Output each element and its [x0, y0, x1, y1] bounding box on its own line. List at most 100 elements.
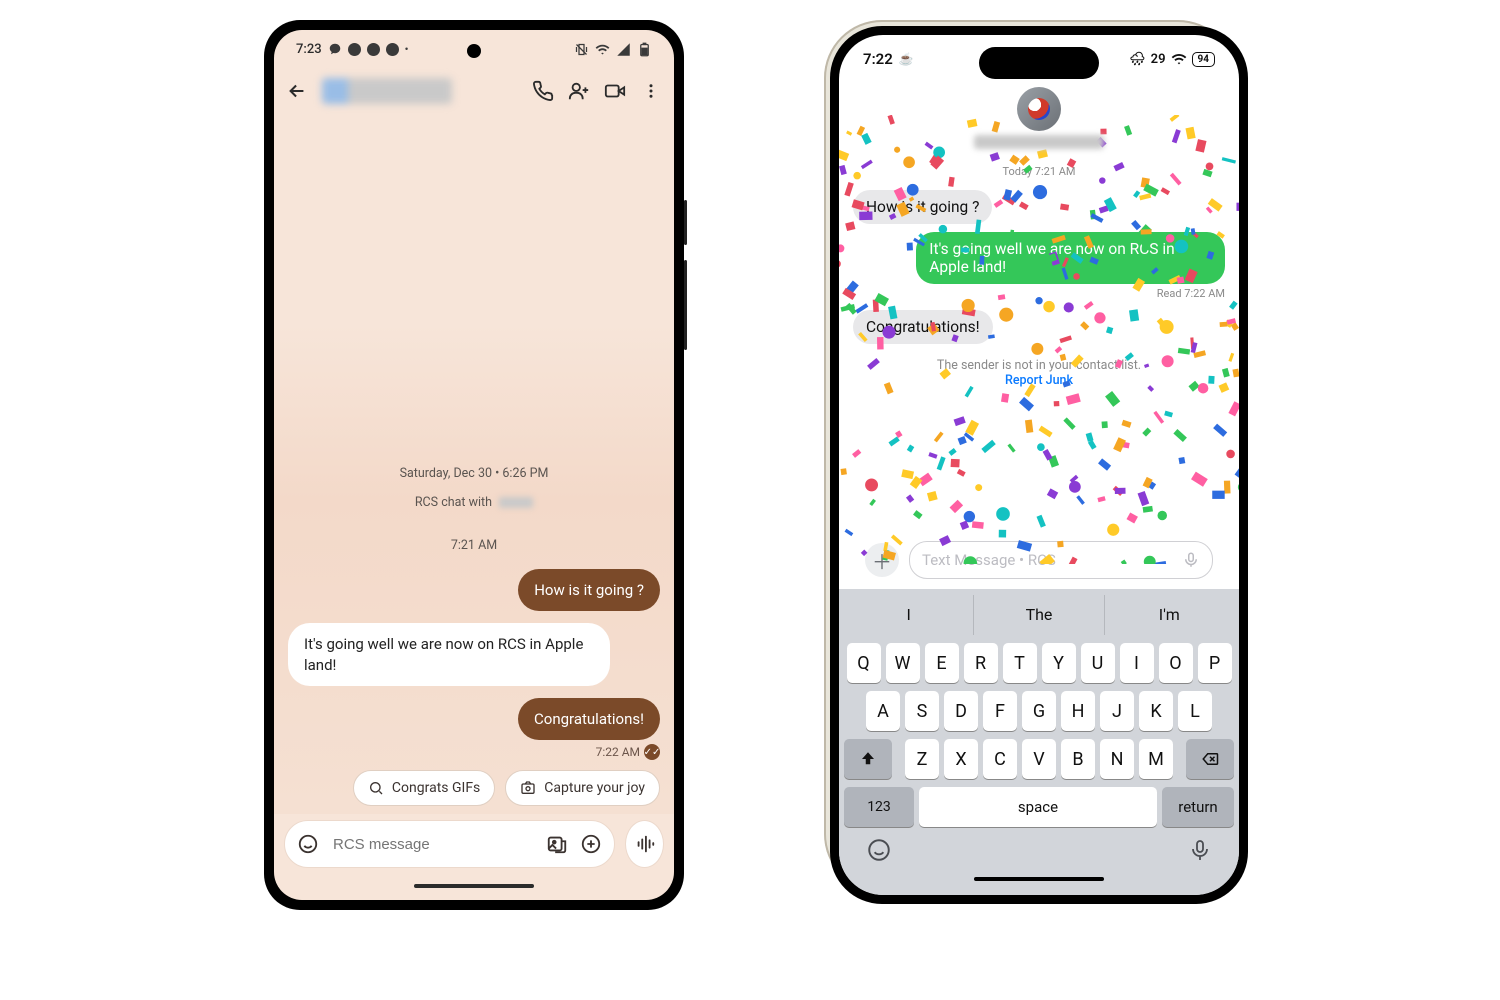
key-i[interactable]: I	[1120, 643, 1154, 683]
key-t[interactable]: T	[1003, 643, 1037, 683]
suggestion-chip-gifs[interactable]: Congrats GIFs	[353, 770, 495, 806]
more-menu-button[interactable]	[640, 80, 662, 102]
key-c[interactable]: C	[983, 739, 1017, 779]
signal-icon	[616, 42, 631, 57]
unknown-sender-notice: The sender is not in your contact list. …	[853, 358, 1225, 388]
chat-scroll-area[interactable]: Saturday, Dec 30 • 6:26 PM RCS chat with…	[274, 116, 674, 814]
emoji-button[interactable]	[297, 833, 319, 855]
wifi-icon	[595, 42, 610, 57]
video-call-button[interactable]	[604, 80, 626, 102]
battery-icon	[637, 42, 652, 57]
android-screen: 7:23 •	[274, 30, 674, 900]
rcs-info-line: RCS chat with	[288, 495, 660, 510]
conversation-header	[274, 66, 674, 116]
contact-phone-redacted	[974, 135, 1104, 149]
voice-message-button[interactable]	[625, 820, 664, 868]
key-o[interactable]: O	[1159, 643, 1193, 683]
suggestion-3[interactable]: I'm	[1105, 595, 1234, 635]
contact-avatar[interactable]	[1017, 87, 1061, 131]
status-app-icon: ☕	[899, 52, 914, 66]
ios-chat-area[interactable]: Today 7:21 AM How is it going ? It's goi…	[839, 155, 1239, 589]
key-d[interactable]: D	[944, 691, 978, 731]
dynamic-island	[979, 47, 1099, 79]
backspace-key[interactable]	[1186, 739, 1234, 779]
key-l[interactable]: L	[1178, 691, 1212, 731]
key-a[interactable]: A	[866, 691, 900, 731]
message-input[interactable]: Text Message • RCS	[909, 541, 1213, 579]
key-k[interactable]: K	[1139, 691, 1173, 731]
battery-indicator: 94	[1192, 52, 1215, 67]
add-person-button[interactable]	[568, 80, 590, 102]
iphone-frame: 7:22 ☕ 🌧 29 94 Today 7:21 AM How is it g…	[824, 20, 1236, 892]
message-received[interactable]: It's going well we are now on RCS in App…	[288, 623, 610, 686]
contact-name-redacted	[322, 78, 452, 104]
facebook-notif-icon	[386, 43, 399, 56]
dictate-icon[interactable]	[1182, 551, 1200, 569]
message-sent[interactable]: It's going well we are now on RCS in App…	[916, 232, 1225, 284]
key-row-3: ZXCVBNM	[844, 739, 1234, 779]
back-button[interactable]	[286, 80, 308, 102]
android-phone-frame: 7:23 •	[264, 20, 684, 910]
compose-bar	[274, 814, 674, 878]
facebook-notif-icon	[348, 43, 361, 56]
key-p[interactable]: P	[1198, 643, 1232, 683]
facebook-notif-icon	[367, 43, 380, 56]
key-w[interactable]: W	[886, 643, 920, 683]
key-q[interactable]: Q	[847, 643, 881, 683]
gallery-button[interactable]	[546, 833, 568, 855]
vibrate-icon	[574, 42, 589, 57]
key-y[interactable]: Y	[1042, 643, 1076, 683]
android-camera-notch	[467, 44, 481, 58]
more-notif-icon: •	[405, 43, 409, 56]
key-v[interactable]: V	[1022, 739, 1056, 779]
android-power-button	[684, 200, 687, 245]
message-input[interactable]	[331, 835, 534, 854]
status-time: 7:22	[863, 50, 893, 68]
suggestion-1[interactable]: I	[844, 595, 974, 635]
android-volume-button	[684, 260, 687, 350]
call-button[interactable]	[532, 80, 554, 102]
shift-key[interactable]	[844, 739, 892, 779]
suggestion-chips-row: Congrats GIFs Capture your joy	[288, 760, 660, 814]
message-sent[interactable]: Congratulations!	[518, 698, 660, 740]
report-junk-link[interactable]: Report Junk	[1005, 373, 1073, 388]
keyboard-suggestions: I The I'm	[844, 595, 1234, 635]
chat-notif-icon	[328, 42, 342, 56]
plus-button[interactable]	[580, 833, 602, 855]
status-time: 7:23	[296, 42, 322, 57]
key-b[interactable]: B	[1061, 739, 1095, 779]
key-f[interactable]: F	[983, 691, 1017, 731]
read-receipt: 7:22 AM ✓✓	[596, 744, 660, 760]
return-key[interactable]: return	[1162, 787, 1234, 827]
weather-icon: 🌧	[1129, 52, 1146, 67]
key-j[interactable]: J	[1100, 691, 1134, 731]
key-n[interactable]: N	[1100, 739, 1134, 779]
ios-conversation-header[interactable]	[839, 83, 1239, 155]
attach-button[interactable]: ＋	[865, 543, 899, 577]
android-nav-bar	[274, 878, 674, 900]
numbers-key[interactable]: 123	[844, 787, 914, 827]
space-key[interactable]: space	[919, 787, 1157, 827]
ios-home-indicator	[839, 873, 1239, 895]
suggestion-2[interactable]: The	[974, 595, 1104, 635]
ios-compose-bar: ＋ Text Message • RCS	[853, 535, 1225, 589]
key-g[interactable]: G	[1022, 691, 1056, 731]
message-input-pill[interactable]	[284, 820, 615, 868]
emoji-keyboard-button[interactable]	[866, 837, 892, 863]
key-r[interactable]: R	[964, 643, 998, 683]
message-sent[interactable]: How is it going ?	[518, 569, 660, 611]
status-temp: 29	[1151, 52, 1166, 67]
key-x[interactable]: X	[944, 739, 978, 779]
message-received[interactable]: How is it going ?	[853, 190, 992, 224]
key-u[interactable]: U	[1081, 643, 1115, 683]
key-h[interactable]: H	[1061, 691, 1095, 731]
key-row-2: ASDFGHJKL	[844, 691, 1234, 731]
key-z[interactable]: Z	[905, 739, 939, 779]
contact-redacted	[499, 497, 533, 508]
key-e[interactable]: E	[925, 643, 959, 683]
key-m[interactable]: M	[1139, 739, 1173, 779]
dictation-button[interactable]	[1188, 837, 1212, 863]
suggestion-chip-capture[interactable]: Capture your joy	[505, 770, 660, 806]
key-s[interactable]: S	[905, 691, 939, 731]
message-received[interactable]: Congratulations!	[853, 310, 993, 344]
